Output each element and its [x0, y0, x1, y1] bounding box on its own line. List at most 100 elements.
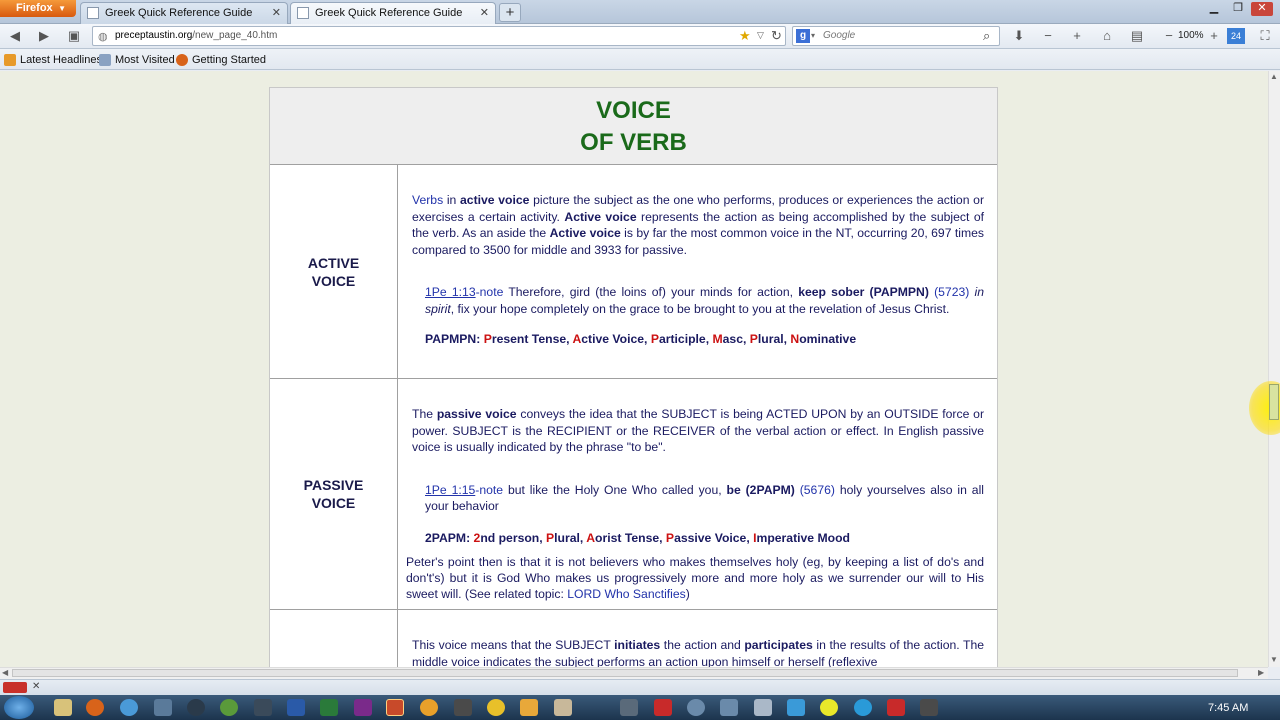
scroll-right-icon[interactable]: ▶ [1258, 668, 1264, 677]
app-icon[interactable] [454, 699, 472, 716]
bookmark-most-visited[interactable]: Most Visited [99, 54, 175, 66]
excel-icon[interactable] [320, 699, 338, 716]
row-label-active: ACTIVE VOICE [270, 165, 398, 378]
tab-2[interactable]: Greek Quick Reference Guide ✕ [290, 2, 496, 24]
row-text-middle: This voice means that the SUBJECT initia… [399, 610, 997, 667]
restore-icon[interactable]: ❐ [1227, 2, 1249, 16]
close-icon[interactable]: ✕ [272, 3, 281, 23]
text-span: Therefore, gird (the loins of) your mind… [503, 285, 799, 300]
parse-part: Active Voice, [572, 332, 650, 346]
scroll-up-icon[interactable]: ▲ [1270, 72, 1278, 81]
download-icon[interactable]: ⬇ [1010, 28, 1028, 44]
app-icon[interactable] [420, 699, 438, 716]
app-icon[interactable] [754, 699, 772, 716]
active-definition: Verbs in active voice picture the subjec… [412, 192, 984, 258]
start-button[interactable] [4, 696, 34, 719]
row-label-middle [270, 610, 398, 667]
app-icon[interactable] [620, 699, 638, 716]
page-title: VOICE OF VERB [270, 88, 997, 165]
app-icon[interactable] [220, 699, 238, 716]
chevron-down-icon[interactable]: ▽ [757, 30, 764, 41]
firefox-menu-button[interactable]: Firefox ▼ [0, 0, 76, 17]
note-link[interactable]: -note [476, 285, 504, 299]
label-line1: ACTIVE [307, 254, 360, 271]
scripture-link[interactable]: 1Pe 1:15 [425, 483, 475, 497]
onenote-icon[interactable] [354, 699, 372, 716]
chevron-down-icon[interactable]: ▾ [811, 31, 815, 40]
google-icon[interactable]: g [796, 29, 810, 43]
addon-icon[interactable] [3, 682, 27, 693]
bookmark-latest-headlines[interactable]: Latest Headlines [4, 54, 102, 66]
label-line2: VOICE [311, 272, 356, 289]
bookmark-getting-started[interactable]: Getting Started [176, 54, 266, 66]
home-icon[interactable]: ⌂ [1098, 28, 1116, 44]
close-icon[interactable]: ✕ [32, 681, 40, 692]
pdf-icon[interactable] [887, 699, 905, 716]
tab-1[interactable]: Greek Quick Reference Guide ✕ [80, 2, 288, 24]
search-bar[interactable]: g ▾ Google ⌕ [792, 26, 1000, 46]
page-viewport[interactable]: VOICE OF VERB ACTIVE VOICE Verbs in activ… [0, 71, 1268, 667]
star-icon[interactable]: ★ [739, 28, 751, 44]
back-icon[interactable]: ◀ [6, 28, 24, 44]
reload-icon[interactable]: ↻ [771, 28, 782, 44]
firefox-icon[interactable] [86, 699, 104, 716]
mail-icon[interactable] [154, 699, 172, 716]
zoom-out-icon[interactable]: − [1039, 28, 1057, 44]
vertical-scrollbar[interactable] [1268, 71, 1280, 667]
app-icon[interactable] [820, 699, 838, 716]
app-icon[interactable] [920, 699, 938, 716]
zoom-in-icon[interactable]: + [1205, 28, 1223, 44]
addon-bar [0, 679, 1280, 695]
label-line2: VOICE [311, 495, 356, 511]
active-scripture-example: 1Pe 1:13-note Therefore, gird (the loins… [412, 284, 984, 317]
scroll-left-icon[interactable]: ◀ [2, 668, 8, 677]
text-span: P [665, 530, 675, 545]
app-icon[interactable] [187, 699, 205, 716]
app-icon[interactable] [687, 699, 705, 716]
parse-part: Masc, [712, 332, 749, 346]
app-icon[interactable] [554, 699, 572, 716]
skype-icon[interactable] [854, 699, 872, 716]
zoom-in-icon[interactable]: + [1068, 28, 1086, 44]
vertical-scrollbar-thumb[interactable] [1269, 384, 1279, 420]
table-row-passive-voice: PASSIVE VOICE The passive voice conveys t… [270, 379, 997, 610]
text-span: M [712, 331, 723, 346]
note-link[interactable]: -note [475, 483, 503, 497]
app-icon[interactable] [254, 699, 272, 716]
app-icon[interactable] [520, 699, 538, 716]
strongs-link[interactable]: (5723) [929, 285, 969, 299]
word-icon[interactable] [287, 699, 305, 716]
powerpoint-icon[interactable] [386, 699, 404, 716]
new-tab-button[interactable]: + [499, 3, 521, 22]
text-span: participates [744, 638, 813, 652]
minimize-icon[interactable]: ▁ [1203, 2, 1225, 16]
text-span: Active voice [549, 226, 621, 241]
addon-icon[interactable]: 24 [1227, 28, 1245, 44]
app-icon[interactable] [654, 699, 672, 716]
scroll-down-icon[interactable]: ▼ [1270, 655, 1278, 664]
taskbar-clock[interactable]: 7:45 AM [1208, 702, 1248, 714]
horizontal-scrollbar-thumb[interactable] [12, 669, 1238, 677]
related-topic-link[interactable]: LORD Who Sanctifies [567, 587, 686, 601]
close-icon[interactable]: ✕ [480, 3, 489, 23]
bookmark-panel-icon[interactable]: ▣ [65, 28, 83, 44]
app-icon[interactable] [787, 699, 805, 716]
url-bar[interactable]: ◍ preceptaustin.org/new_page_40.htm ★ ▽ … [92, 26, 786, 46]
close-window-icon[interactable]: ✕ [1251, 2, 1273, 16]
text-span: passive voice [436, 407, 517, 421]
scripture-link[interactable]: 1Pe 1:13 [425, 285, 476, 299]
fullscreen-icon[interactable]: ⛶ [1256, 28, 1274, 44]
text-span: in [443, 193, 461, 207]
search-input[interactable]: Google [823, 30, 855, 41]
text-span: lural, [757, 331, 791, 346]
strongs-link[interactable]: (5676) [795, 483, 835, 497]
passive-scripture-example: 1Pe 1:15-note but like the Holy One Who … [412, 482, 984, 515]
search-icon[interactable]: ⌕ [983, 28, 990, 44]
zoom-out-icon[interactable]: − [1160, 28, 1178, 44]
forward-icon[interactable]: ▶ [35, 28, 53, 44]
ie-icon[interactable] [120, 699, 138, 716]
headphones-icon[interactable] [487, 699, 505, 716]
app-icon[interactable] [720, 699, 738, 716]
explorer-icon[interactable] [54, 699, 72, 716]
bookmarks-menu-icon[interactable]: ▤ [1128, 28, 1146, 44]
